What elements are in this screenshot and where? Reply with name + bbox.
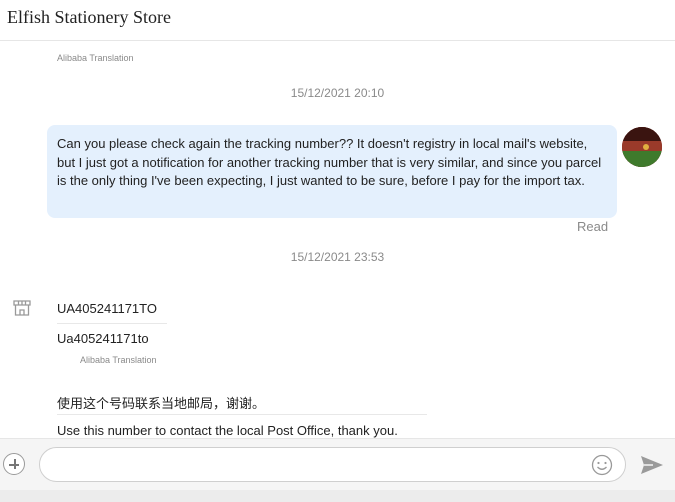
emoji-icon[interactable] (591, 454, 613, 476)
incoming-message-original[interactable]: 使用这个号码联系当地邮局，谢谢。 (57, 393, 265, 412)
timestamp: 15/12/2021 23:53 (290, 250, 385, 264)
translation-divider (57, 323, 167, 324)
outgoing-message-bubble[interactable]: Can you please check again the tracking … (47, 125, 617, 218)
timestamp: 15/12/2021 20:10 (290, 86, 385, 100)
incoming-message-original[interactable]: UA405241171TO (57, 301, 157, 316)
translation-label: Alibaba Translation (80, 355, 157, 365)
avatar-image (622, 127, 662, 167)
bottom-strip (0, 490, 675, 502)
chat-header: Elfish Stationery Store (0, 0, 675, 41)
read-status: Read (577, 219, 609, 234)
translation-divider (57, 414, 427, 415)
plus-icon[interactable] (3, 453, 25, 475)
shop-icon (13, 300, 31, 316)
message-input[interactable] (39, 447, 626, 482)
send-icon[interactable] (640, 454, 664, 476)
incoming-message-translated: Ua405241171to (57, 331, 149, 346)
user-avatar[interactable] (622, 127, 662, 167)
translation-label: Alibaba Translation (57, 53, 134, 63)
message-composer (0, 438, 675, 490)
store-name[interactable]: Elfish Stationery Store (7, 7, 171, 28)
message-list[interactable]: Alibaba Translation 15/12/2021 20:10 Can… (0, 41, 675, 438)
incoming-message-translated: Use this number to contact the local Pos… (57, 423, 398, 438)
